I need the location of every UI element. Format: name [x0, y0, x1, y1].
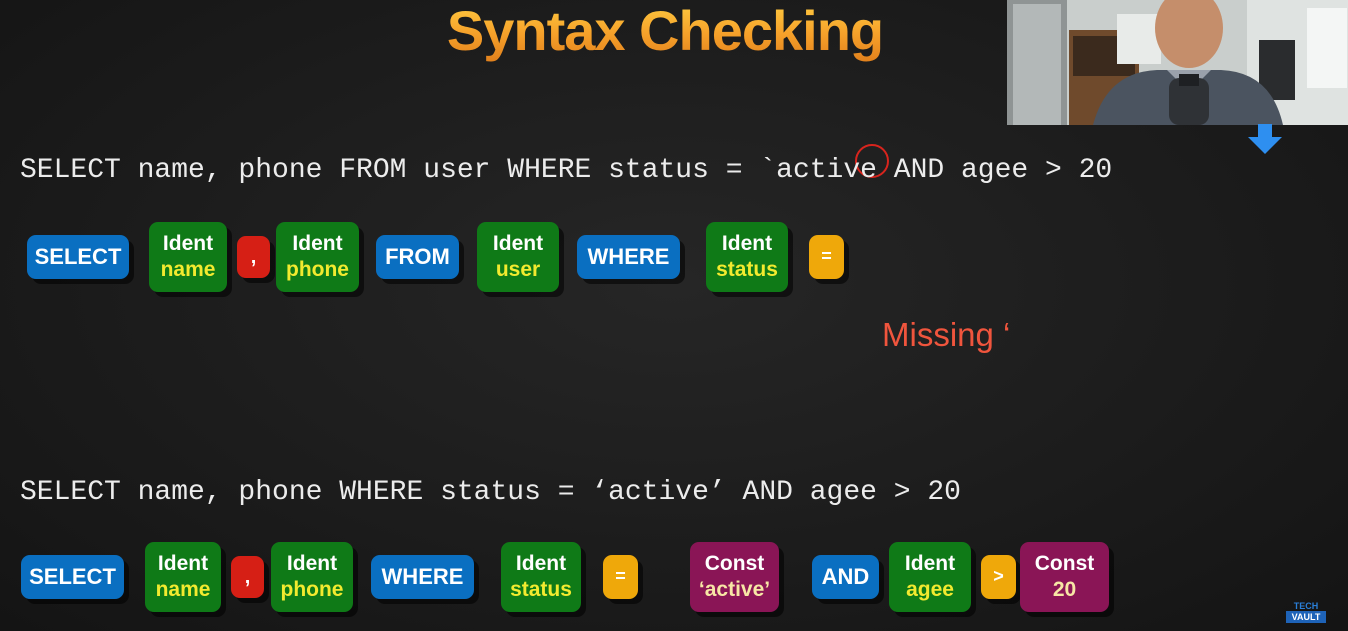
token-value: name: [160, 258, 216, 281]
token-where-1: WHERE: [577, 235, 680, 279]
token-ident-status-2: Ident status: [501, 542, 581, 612]
token-type: Ident: [492, 232, 544, 256]
token-select-1: SELECT: [27, 235, 129, 279]
sql-query-1-quote: `: [759, 155, 777, 186]
token-greater-2: >: [981, 555, 1016, 599]
token-const-20-2: Const 20: [1020, 542, 1109, 612]
token-type: Ident: [721, 232, 773, 256]
token-equals-1: =: [809, 235, 844, 279]
sql-query-2: SELECT name, phone WHERE status = ‘activ…: [20, 477, 961, 508]
token-type: Ident: [515, 552, 567, 576]
sql-query-1-part-a: SELECT name, phone FROM user WHERE statu…: [20, 155, 760, 186]
channel-logo: TECH VAULT: [1286, 601, 1326, 625]
token-ident-phone-1: Ident phone: [276, 222, 359, 292]
token-value: ‘active’: [698, 578, 771, 601]
token-type: Const: [1034, 552, 1095, 576]
token-type: Ident: [904, 552, 956, 576]
logo-line-1: TECH: [1293, 601, 1319, 611]
token-ident-status-1: Ident status: [706, 222, 788, 292]
token-type: Ident: [162, 232, 214, 256]
token-and-2: AND: [812, 555, 879, 599]
token-type: Ident: [292, 232, 343, 256]
down-arrow-icon: [1248, 124, 1282, 154]
token-where-2: WHERE: [371, 555, 474, 599]
token-ident-name-2: Ident name: [145, 542, 221, 612]
token-value: phone: [286, 258, 349, 281]
logo-line-2: VAULT: [1286, 611, 1326, 623]
token-type: Ident: [157, 552, 209, 576]
token-comma-1: ,: [237, 236, 270, 278]
token-const-active-2: Const ‘active’: [690, 542, 779, 612]
token-value: status: [510, 578, 572, 601]
token-select-2: SELECT: [21, 555, 124, 599]
presenter-webcam: [1007, 0, 1348, 125]
token-value: 20: [1052, 578, 1077, 601]
token-value: phone: [280, 578, 344, 601]
sql-query-1: SELECT name, phone FROM user WHERE statu…: [20, 155, 1112, 186]
token-type: Const: [704, 552, 765, 576]
token-ident-phone-2: Ident phone: [271, 542, 353, 612]
token-value: name: [155, 578, 211, 601]
token-value: status: [716, 258, 778, 281]
sql-query-1-part-b: active AND agee > 20: [776, 155, 1113, 186]
token-ident-agee-2: Ident agee: [889, 542, 971, 612]
error-message: Missing ‘: [882, 316, 1011, 353]
token-value: user: [495, 258, 541, 281]
token-value: agee: [906, 578, 954, 601]
token-equals-2: =: [603, 555, 638, 599]
presenter-video-frame: [1007, 0, 1348, 125]
token-ident-user-1: Ident user: [477, 222, 559, 292]
token-type: Ident: [286, 552, 338, 576]
token-comma-2: ,: [231, 556, 264, 598]
token-ident-name-1: Ident name: [149, 222, 227, 292]
token-from-1: FROM: [376, 235, 459, 279]
